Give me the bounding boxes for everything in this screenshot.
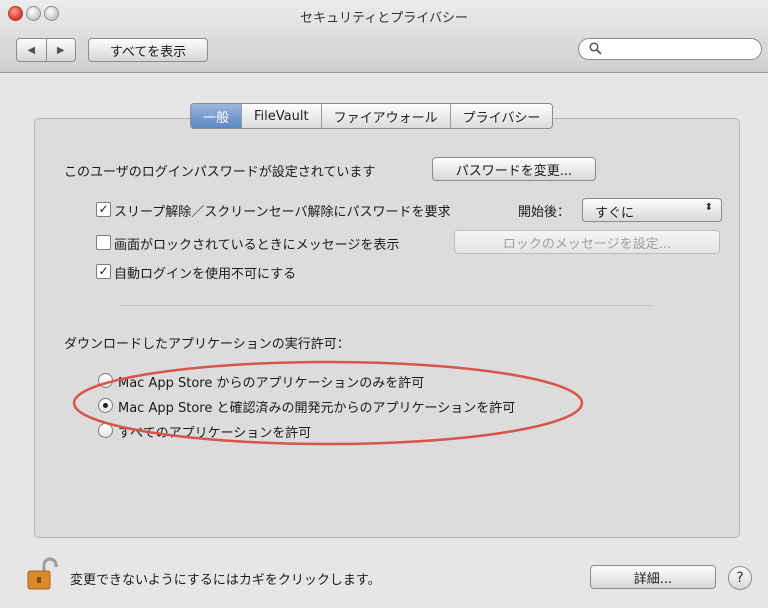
window-title: セキュリティとプライバシー bbox=[300, 11, 468, 26]
popup-arrows-icon: ⬍ bbox=[704, 202, 713, 213]
show-all-button[interactable]: すべてを表示 bbox=[88, 38, 208, 62]
search-icon bbox=[589, 42, 602, 55]
help-button[interactable]: ? bbox=[728, 566, 752, 590]
disable-autologin-label: 自動ログインを使用不可にする bbox=[114, 267, 297, 282]
general-panel bbox=[34, 118, 740, 538]
tab-bar: 一般 FileVault ファイアウォール プライバシー bbox=[190, 103, 554, 129]
tab-general[interactable]: 一般 bbox=[191, 104, 242, 128]
require-password-label: スリープ解除／スクリーンセーバ解除にパスワードを要求 bbox=[114, 205, 451, 220]
tab-firewall[interactable]: ファイアウォール bbox=[320, 104, 450, 128]
tab-privacy[interactable]: プライバシー bbox=[449, 104, 553, 128]
annotation-ellipse bbox=[72, 360, 584, 446]
back-arrow-icon[interactable]: ◀ bbox=[17, 39, 46, 61]
downloads-heading: ダウンロードしたアプリケーションの実行許可： bbox=[64, 337, 350, 352]
set-lock-message-button[interactable]: ロックのメッセージを設定... bbox=[454, 230, 720, 254]
disable-autologin-checkbox[interactable]: ✓ bbox=[96, 264, 111, 279]
tab-filevault[interactable]: FileVault bbox=[241, 104, 321, 128]
lock-icon[interactable] bbox=[24, 555, 62, 593]
forward-arrow-icon[interactable]: ▶ bbox=[45, 39, 76, 61]
delay-value: すぐに bbox=[595, 206, 635, 221]
delay-popup[interactable]: すぐに ⬍ bbox=[582, 198, 722, 222]
back-forward-control: ◀ ▶ bbox=[16, 38, 76, 62]
advanced-button[interactable]: 詳細... bbox=[590, 565, 716, 589]
delay-label: 開始後： bbox=[518, 205, 571, 220]
lock-instruction-text: 変更できないようにするにはカギをクリックします。 bbox=[70, 573, 381, 588]
section-divider bbox=[120, 305, 652, 306]
require-password-checkbox[interactable]: ✓ bbox=[96, 202, 111, 217]
change-password-button[interactable]: パスワードを変更... bbox=[432, 157, 596, 181]
show-message-label: 画面がロックされているときにメッセージを表示 bbox=[114, 238, 400, 253]
password-status-text: このユーザのログインパスワードが設定されています bbox=[64, 165, 376, 180]
show-message-checkbox[interactable] bbox=[96, 235, 111, 250]
search-field[interactable] bbox=[578, 38, 762, 60]
title-bar: セキュリティとプライバシー ◀ ▶ すべてを表示 bbox=[0, 0, 768, 73]
preferences-window: セキュリティとプライバシー ◀ ▶ すべてを表示 一般 FileVault ファ… bbox=[0, 0, 768, 608]
